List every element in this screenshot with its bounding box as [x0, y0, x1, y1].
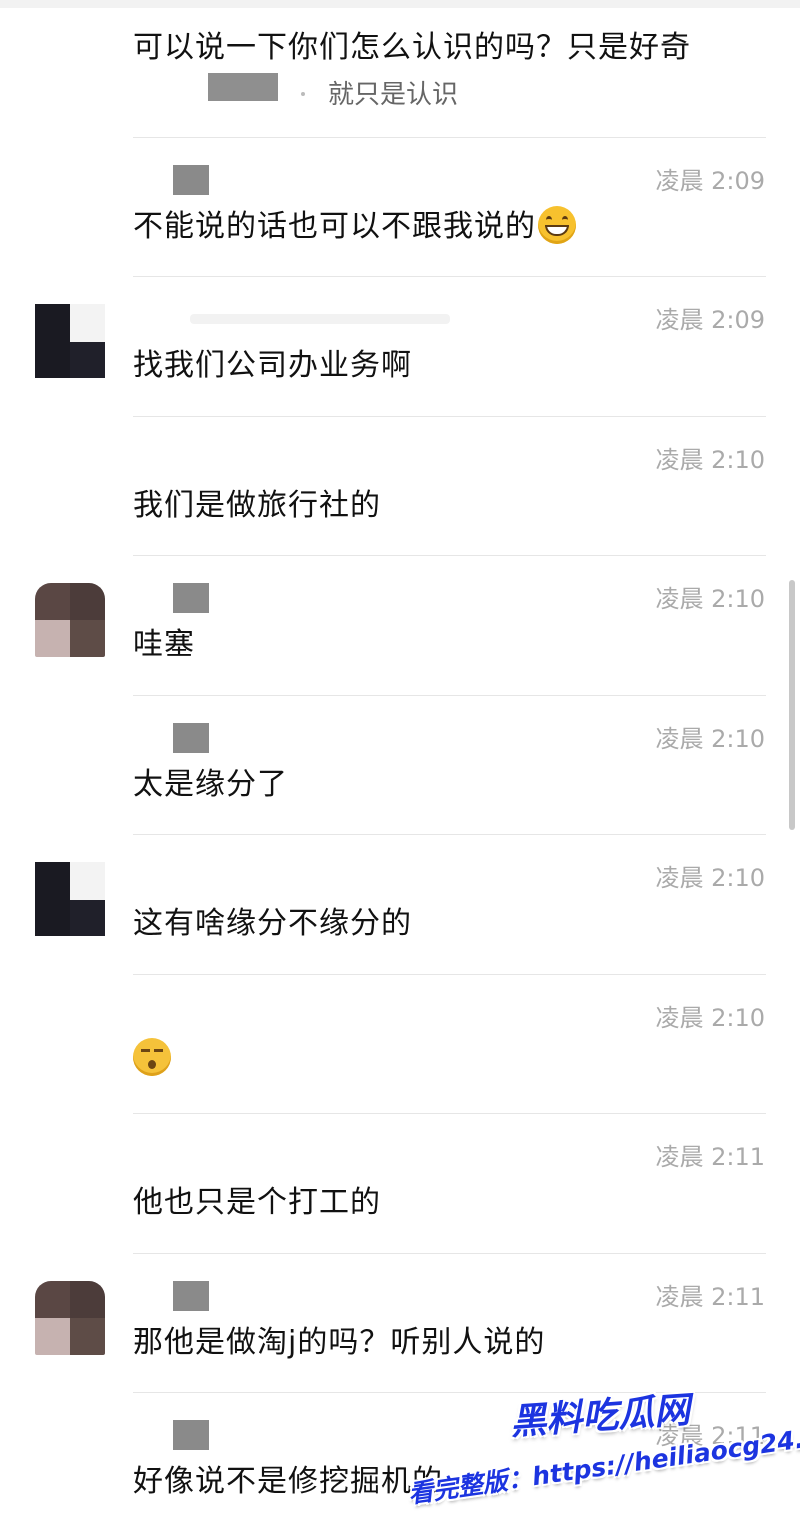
watermark: 黑料吃瓜网 看完整版：https://heiliaocg24.com [400, 1375, 800, 1515]
pixelated-name [173, 1281, 209, 1311]
timestamp: 凌晨 2:10 [655, 1004, 765, 1032]
avatar[interactable] [35, 1281, 105, 1355]
timestamp: 凌晨 2:10 [655, 725, 765, 753]
pixelated-name [173, 1420, 209, 1450]
chat-history[interactable]: 可以说一下你们怎么认识的吗？只是好奇 就只是认识 凌晨 2:09 不能说的话也可… [0, 0, 800, 1515]
message-text: 这有啥缘分不缘分的 [133, 906, 412, 941]
pixelated-name [173, 165, 209, 195]
message-item[interactable]: 凌晨 2:11 他也只是个打工的 [0, 1113, 800, 1253]
timestamp: 凌晨 2:11 [655, 1143, 765, 1171]
message-item[interactable]: 凌晨 2:09 找我们公司办业务啊 [0, 276, 800, 416]
timestamp: 凌晨 2:10 [655, 446, 765, 474]
message-item[interactable]: 凌晨 2:09 不能说的话也可以不跟我说的 [0, 137, 800, 277]
message-item[interactable]: 凌晨 2:10 太是缘分了 [0, 695, 800, 835]
message-item[interactable]: 凌晨 2:10 这有啥缘分不缘分的 [0, 834, 800, 974]
message-item[interactable]: 凌晨 2:11 那他是做淘j的吗？听别人说的 [0, 1253, 800, 1393]
reply-text: 就只是认识 [328, 80, 459, 110]
timestamp: 凌晨 2:09 [655, 167, 765, 195]
timestamp: 凌晨 2:10 [655, 585, 765, 613]
quoted-reply: 就只是认识 [133, 70, 533, 110]
avatar[interactable] [35, 304, 105, 378]
message-text: 我们是做旅行社的 [133, 488, 381, 523]
message-text-wrap: 不能说的话也可以不跟我说的 [133, 201, 576, 245]
message-item[interactable]: 凌晨 2:10 我们是做旅行社的 [0, 416, 800, 556]
message-text: 太是缘分了 [133, 767, 288, 802]
avatar[interactable] [35, 583, 105, 657]
timestamp: 凌晨 2:10 [655, 864, 765, 892]
timestamp: 凌晨 2:11 [655, 1283, 765, 1311]
message-text: 哇塞 [133, 627, 195, 662]
message-item[interactable]: 凌晨 2:10 [0, 974, 800, 1114]
message-text: 找我们公司办业务啊 [133, 348, 412, 383]
scrollbar[interactable] [789, 580, 795, 830]
message-text: 好像说不是修挖掘机的 [133, 1464, 443, 1499]
pixelated-name [173, 583, 209, 613]
message-text: 那他是做淘j的吗？听别人说的 [133, 1325, 546, 1360]
pixelated-name [173, 723, 209, 753]
message-text: 不能说的话也可以不跟我说的 [133, 209, 536, 244]
yawning-face-icon [133, 1038, 171, 1076]
watermark-title: 黑料吃瓜网 [509, 1389, 692, 1444]
pixelated-name [208, 73, 278, 101]
message-text: 他也只是个打工的 [133, 1185, 381, 1220]
message-item[interactable]: 凌晨 2:10 哇塞 [0, 555, 800, 695]
separator-dot [301, 92, 305, 96]
timestamp: 凌晨 2:09 [655, 306, 765, 334]
message-text: 可以说一下你们怎么认识的吗？只是好奇 [133, 30, 691, 65]
grinning-face-icon [538, 206, 576, 244]
blurred-name [190, 314, 450, 324]
avatar[interactable] [35, 862, 105, 936]
